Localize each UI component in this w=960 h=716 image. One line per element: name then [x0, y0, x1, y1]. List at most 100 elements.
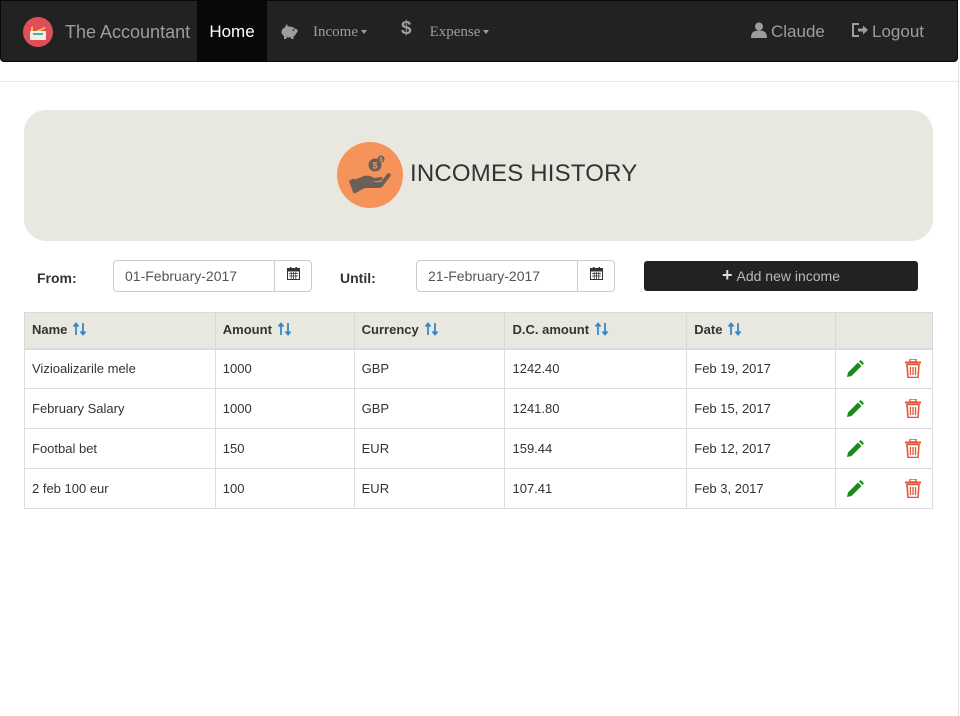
cell-currency: GBP — [353, 348, 506, 389]
column-header-dc-amount[interactable]: D.C. amount — [504, 312, 688, 350]
dollar-icon: $ — [401, 18, 412, 39]
cell-text: 100 — [222, 481, 245, 496]
cell-name: February Salary — [24, 388, 216, 429]
brand-name: The Accountant — [65, 21, 191, 42]
column-label: Date — [694, 321, 723, 337]
cell-dc-amount: 107.41 — [504, 468, 688, 509]
nav-expense-label: Expense — [429, 23, 481, 40]
page-title: INCOMES HISTORY — [410, 160, 638, 187]
column-header-date[interactable]: Date — [686, 312, 837, 350]
column-label: Name — [32, 321, 68, 337]
cell-text: EUR — [361, 481, 390, 496]
cell-text: Feb 3, 2017 — [694, 481, 764, 496]
cell-text: GBP — [361, 361, 390, 377]
page-header-panel: $ $ INCOMES HISTORY — [24, 110, 933, 241]
cell-text: Feb 12, 2017 — [694, 441, 771, 456]
until-date-input[interactable] — [416, 260, 578, 292]
cell-name: Vizioalizarile mele — [24, 348, 216, 389]
trash-icon[interactable] — [905, 439, 921, 458]
cell-currency: EUR — [353, 468, 506, 509]
add-income-label: Add new income — [736, 268, 841, 284]
sort-icon — [73, 321, 87, 339]
nav-user[interactable]: Claude — [751, 1, 825, 63]
nav-income-dropdown[interactable]: Income — [279, 1, 367, 63]
cell-amount: 100 — [214, 468, 355, 509]
trash-icon[interactable] — [905, 399, 921, 418]
add-income-button[interactable]: + Add new income — [644, 261, 918, 291]
cell-currency: EUR — [353, 428, 506, 469]
cell-amount: 1000 — [214, 348, 355, 389]
until-calendar-button[interactable] — [578, 260, 615, 292]
user-icon — [751, 22, 771, 43]
table-row: Footbal bet 150 EUR 159.44 Feb 12, 2017 — [24, 428, 933, 469]
column-header-currency[interactable]: Currency — [353, 312, 506, 350]
column-header-actions — [835, 312, 933, 350]
cell-text: February Salary — [32, 401, 125, 416]
brand-link[interactable]: The Accountant — [23, 1, 190, 63]
cell-name: Footbal bet — [24, 428, 216, 469]
cell-text: 1000 — [222, 401, 252, 416]
logout-label: Logout — [872, 22, 924, 41]
table-header-row: Name Amount Currency D.C. amount Date — [24, 312, 933, 350]
cell-text: 1000 — [222, 361, 252, 377]
sort-icon — [277, 321, 292, 339]
money-hand-icon: $ $ — [337, 142, 403, 208]
cell-date: Feb 3, 2017 — [686, 468, 837, 509]
from-date-input[interactable] — [113, 260, 275, 292]
table-row: Vizioalizarile mele 1000 GBP 1242.40 Feb… — [24, 348, 933, 389]
cell-text: Vizioalizarile mele — [32, 361, 136, 377]
cell-text: EUR — [361, 441, 390, 456]
cell-actions — [835, 388, 933, 429]
cell-text: 2 feb 100 eur — [32, 481, 109, 496]
cell-dc-amount: 1241.80 — [504, 388, 688, 429]
cell-text: 107.41 — [512, 481, 553, 496]
calendar-icon — [589, 267, 603, 285]
cell-actions — [835, 428, 933, 469]
user-name: Claude — [771, 22, 825, 41]
edit-icon[interactable] — [846, 359, 865, 378]
trash-icon[interactable] — [905, 479, 921, 498]
logout-icon — [850, 22, 872, 43]
from-calendar-button[interactable] — [275, 260, 312, 292]
column-label: Currency — [361, 321, 419, 337]
until-date-picker — [416, 260, 615, 292]
column-header-name[interactable]: Name — [24, 312, 216, 350]
column-label: Amount — [222, 321, 272, 337]
cell-dc-amount: 159.44 — [504, 428, 688, 469]
cell-currency: GBP — [353, 388, 506, 429]
cell-amount: 150 — [214, 428, 355, 469]
svg-text:$: $ — [372, 161, 377, 171]
brand-logo-icon — [23, 17, 53, 47]
edit-icon[interactable] — [846, 399, 865, 418]
nav-income-label: Income — [313, 23, 358, 40]
sort-icon — [424, 321, 439, 339]
nav-expense-dropdown[interactable]: $ Expense — [401, 1, 490, 63]
trash-icon[interactable] — [905, 359, 921, 379]
cell-text: 159.44 — [512, 441, 553, 456]
cell-text: Footbal bet — [32, 441, 98, 456]
cell-dc-amount: 1242.40 — [504, 348, 688, 389]
plus-icon: + — [721, 264, 733, 285]
cell-text: Feb 15, 2017 — [694, 401, 771, 416]
cell-text: 1241.80 — [512, 401, 560, 416]
column-header-amount[interactable]: Amount — [214, 312, 355, 350]
cell-date: Feb 12, 2017 — [686, 428, 837, 469]
page-border — [958, 62, 959, 716]
chevron-down-icon — [483, 30, 490, 34]
income-table: Name Amount Currency D.C. amount Date Vi… — [24, 312, 933, 509]
cell-text: 1242.40 — [512, 361, 560, 377]
table-row: 2 feb 100 eur 100 EUR 107.41 Feb 3, 2017 — [24, 468, 933, 509]
edit-icon[interactable] — [846, 479, 865, 498]
cell-date: Feb 15, 2017 — [686, 388, 837, 429]
nav-home[interactable]: Home — [197, 1, 267, 62]
nav-logout[interactable]: Logout — [850, 1, 924, 63]
piggy-bank-icon — [279, 24, 299, 40]
from-label: From: — [37, 270, 77, 286]
table-row: February Salary 1000 GBP 1241.80 Feb 15,… — [24, 388, 933, 429]
cell-name: 2 feb 100 eur — [24, 468, 216, 509]
cell-text: Feb 19, 2017 — [694, 361, 771, 377]
sort-icon — [728, 321, 742, 339]
cell-amount: 1000 — [214, 388, 355, 429]
sort-icon — [594, 321, 609, 339]
edit-icon[interactable] — [846, 439, 865, 458]
